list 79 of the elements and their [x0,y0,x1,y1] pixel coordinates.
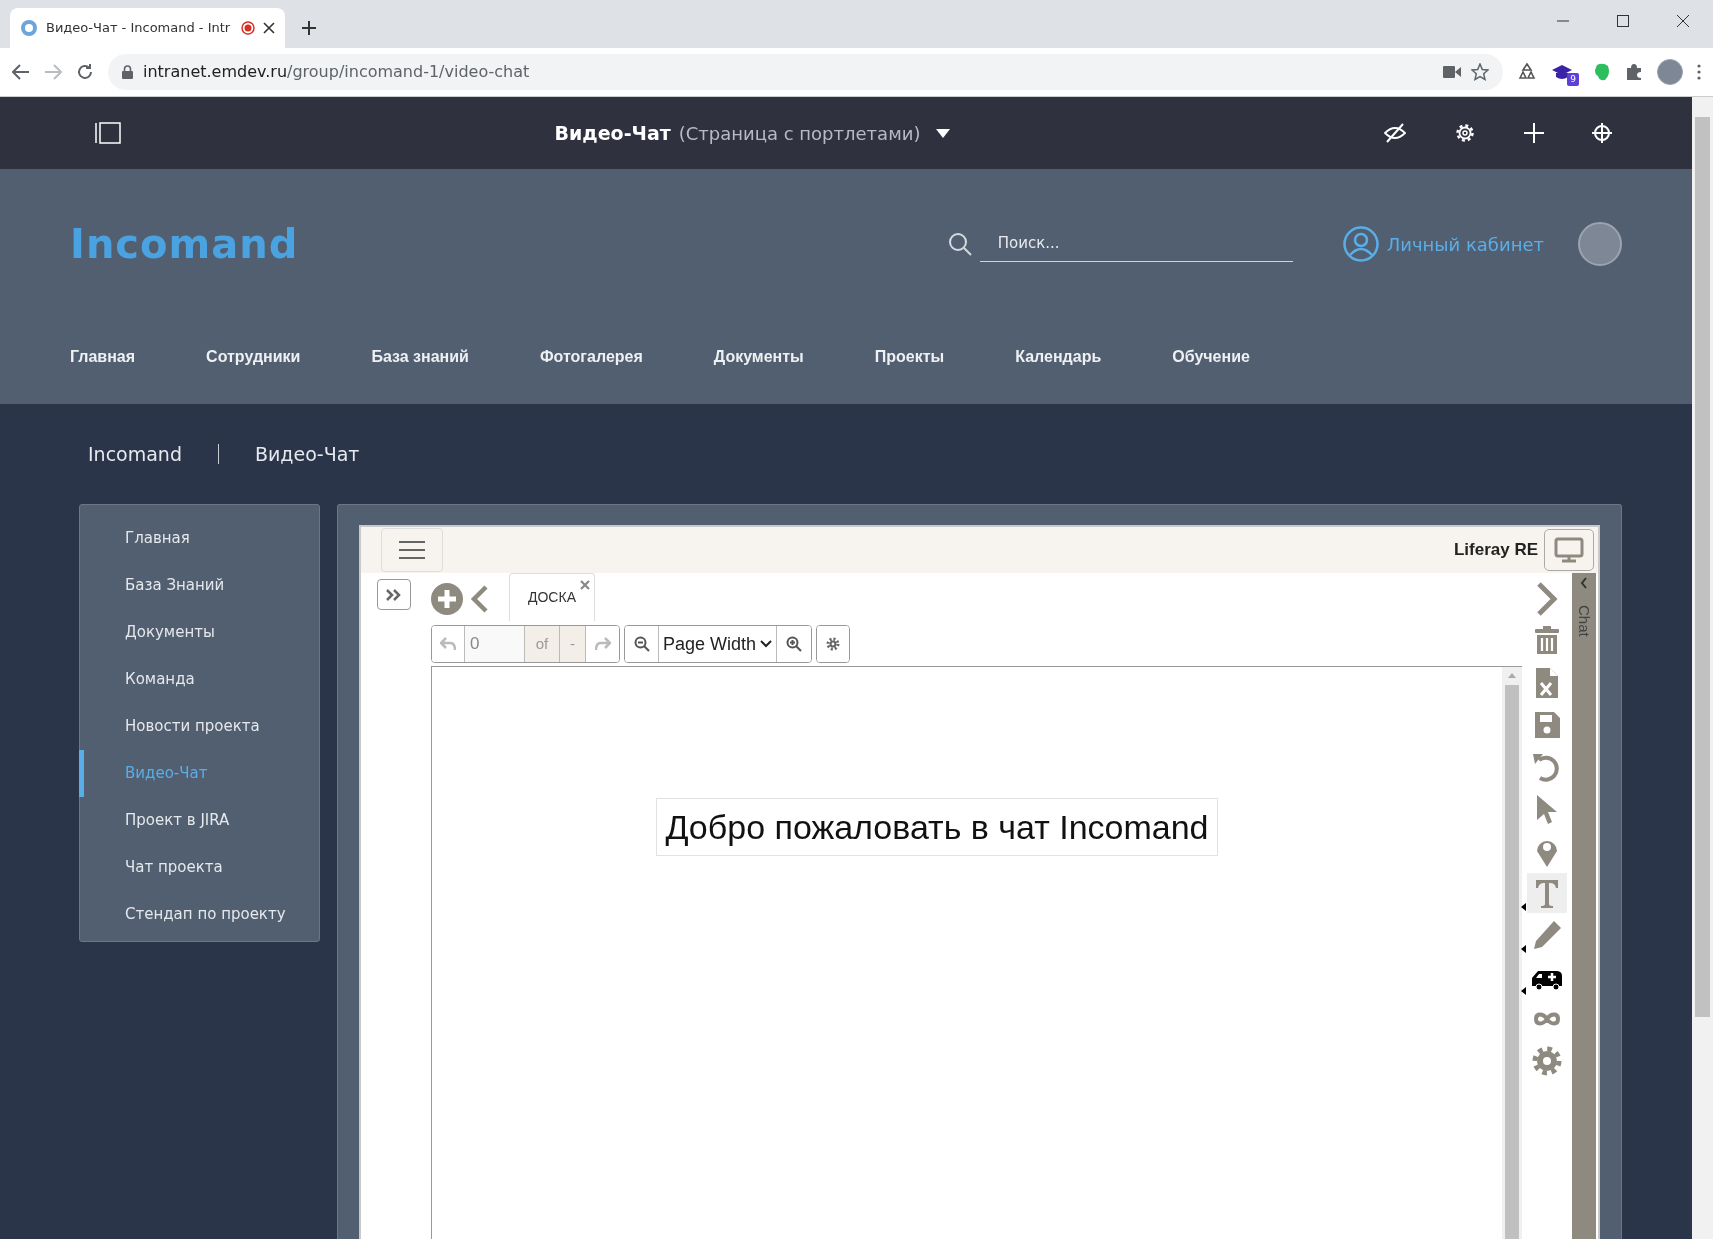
zoom-in-icon [786,636,803,652]
url-text: intranet.emdev.ru/group/incomand-1/video-chat [143,61,531,83]
menu-icon [399,540,425,560]
of-label: of [525,626,560,662]
reload-icon[interactable] [76,63,94,81]
sidebar-item[interactable]: Документы [79,609,319,656]
previous-icon[interactable] [469,585,489,613]
sidebar-item[interactable]: Команда [79,656,319,703]
nav-link[interactable]: Обучение [1172,345,1250,369]
redo-arrow-icon [594,637,611,651]
sidebar-item[interactable]: Стендап по проекту [79,891,319,938]
profile-avatar[interactable] [1578,222,1622,266]
breadcrumb-link[interactable]: Incomand [88,439,182,469]
eye-slash-icon[interactable] [1384,123,1406,143]
whiteboard-tab[interactable]: ДОСКА [509,573,595,621]
new-tab-icon[interactable] [301,20,317,36]
sidebar-item[interactable]: База Знаний [79,562,319,609]
lock-icon [122,65,133,79]
chevron-down-icon [760,640,773,648]
settings-button[interactable] [817,626,850,662]
add-icon[interactable] [431,583,463,615]
close-icon[interactable] [1677,15,1689,27]
puzzle-icon[interactable] [1625,63,1643,81]
user-circle-icon[interactable] [1342,226,1379,262]
document-canvas[interactable]: Добро пожаловать в чат Incomand [432,667,1502,1239]
nav-link[interactable]: База знаний [371,345,469,369]
plus-icon[interactable] [1524,123,1544,143]
search-icon[interactable] [947,232,972,256]
zoom-out-icon [633,636,650,652]
menu-button[interactable] [381,528,443,572]
dropdown-caret-icon[interactable] [936,128,951,138]
zoom-out-button[interactable] [625,626,659,662]
sidebar-item[interactable]: Проект в JIRA [79,797,319,844]
nav-link[interactable]: Проекты [874,345,945,369]
page-number-field[interactable]: 0 [465,626,525,662]
tab-title: Видео-Чат - Incomand - Intr [46,19,232,38]
x-icon [580,580,590,591]
screen-share-button[interactable] [1544,529,1594,571]
triangle-icon [1521,945,1526,953]
page-title: Видео-Чат [554,120,671,146]
text-box[interactable]: Добро пожаловать в чат Incomand [656,798,1218,857]
nav-link[interactable]: Календарь [1015,345,1102,369]
page-total: - [560,626,586,662]
settings-icon[interactable] [1454,122,1476,144]
back-arrow-icon[interactable] [12,64,30,80]
browser-tab[interactable]: Видео-Чат - Incomand - Intr [10,8,285,48]
page-type: (Страница с портлетами) [678,121,921,146]
chat-label: Chat [1575,605,1595,637]
maximize-icon[interactable] [1617,15,1629,27]
page-heading: Видео-Чат [255,441,360,467]
collapse-icon[interactable] [1580,577,1588,589]
nav-link[interactable]: Сотрудники [206,345,301,369]
monitor-icon [1554,537,1584,563]
nav-link[interactable]: Документы [713,345,804,369]
close-icon[interactable] [263,22,275,34]
sidebar-item[interactable]: Главная [79,515,319,562]
nav-link[interactable]: Главная [70,345,136,369]
double-chevron-icon [385,587,403,602]
camera-icon[interactable] [1443,66,1461,78]
settings-icon [826,637,841,651]
triangle-icon [1521,903,1526,911]
nav-link[interactable]: Фотогалерея [539,345,643,369]
page-scrollbar[interactable] [1692,97,1713,1239]
sidebar-item[interactable]: Чат проекта [79,844,319,891]
triangle-icon [1521,987,1526,995]
expand-button[interactable] [377,579,411,610]
document-scrollbar[interactable] [1502,667,1522,1239]
undo-arrow-icon [440,637,456,651]
address-bar[interactable]: intranet.emdev.ru/group/incomand-1/video-chat [108,54,1503,90]
star-icon[interactable] [1471,63,1489,81]
sidebar-toggle-icon[interactable] [95,122,121,144]
profile-avatar[interactable] [1657,59,1683,85]
presenter-name: Liferay RE [1453,539,1538,562]
settings-icon [1530,1044,1564,1078]
more-icon[interactable] [1697,64,1701,80]
sidebar-item[interactable]: Новости проекта [79,703,319,750]
crosshair-icon[interactable] [1592,123,1612,143]
extension-badge: 9 [1567,72,1579,86]
search-field[interactable]: Поиск... [979,226,1293,262]
